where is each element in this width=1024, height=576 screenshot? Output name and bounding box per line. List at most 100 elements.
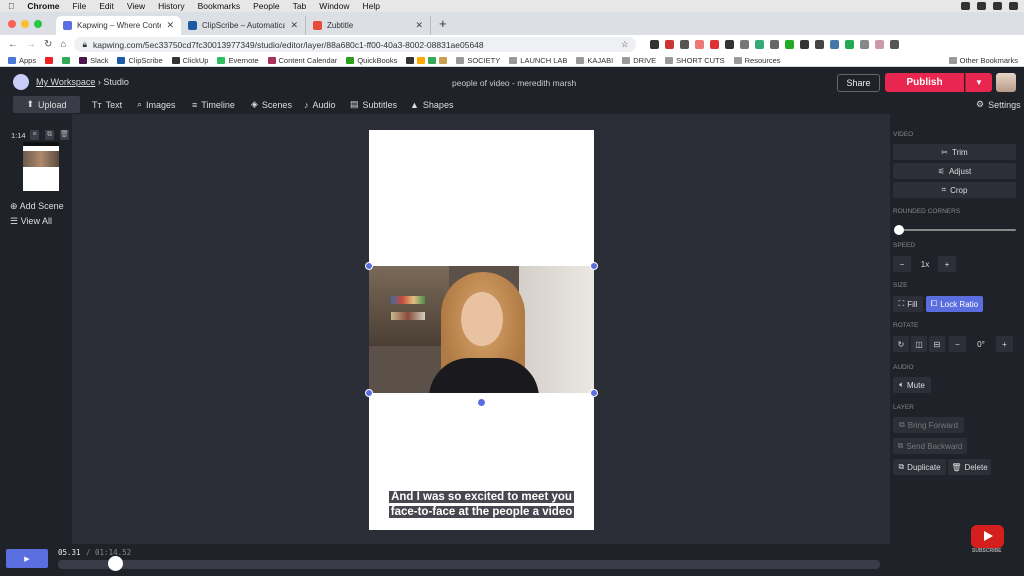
menu-window[interactable]: Window xyxy=(319,1,349,11)
share-button[interactable]: Share xyxy=(837,74,880,92)
extension-icon[interactable] xyxy=(650,40,660,49)
text-tool-button[interactable]: Tт Text xyxy=(84,96,130,113)
extension-icon[interactable] xyxy=(710,40,720,49)
tab-kapwing[interactable]: Kapwing – Where Content Crea ✕ xyxy=(56,16,181,35)
trim-button[interactable]: ✂ Trim xyxy=(893,144,1016,160)
extension-icon[interactable] xyxy=(740,40,750,49)
bookmark-drive[interactable]: DRIVE xyxy=(622,56,656,65)
play-button[interactable]: ▶ xyxy=(6,549,48,568)
extension-icon[interactable] xyxy=(695,40,705,49)
back-icon[interactable]: ← xyxy=(8,39,18,50)
subtitles-tool-button[interactable]: ▤ Subtitles xyxy=(342,96,405,113)
subtitle-text[interactable]: And I was so excited to meet you face-to… xyxy=(379,490,584,520)
avatar[interactable] xyxy=(996,73,1016,92)
flip-vertical-button[interactable]: ⊟ xyxy=(929,336,945,352)
extension-icon[interactable] xyxy=(725,40,735,49)
minimize-window-icon[interactable] xyxy=(21,19,29,28)
extension-icon[interactable] xyxy=(800,40,810,49)
bookmark-society[interactable]: SOCIETY xyxy=(456,56,500,65)
scrub-handle[interactable] xyxy=(108,556,124,571)
bookmark-clickup[interactable]: ClickUp xyxy=(171,56,208,65)
rounded-corners-slider[interactable] xyxy=(899,229,1016,231)
add-scene-button[interactable]: ⊕ Add Scene xyxy=(10,201,64,212)
close-tab-icon[interactable]: ✕ xyxy=(290,20,298,31)
forward-icon[interactable]: → xyxy=(26,39,36,50)
url-field[interactable]: 🔒︎ kapwing.com/5ec33750cd7fc30013977349/… xyxy=(74,37,637,52)
fill-button[interactable]: ⛶ Fill xyxy=(893,296,923,312)
menu-help[interactable]: Help xyxy=(363,1,380,11)
rounded-corners-slider-handle[interactable] xyxy=(894,225,904,235)
bookmark-evernote[interactable]: Evernote xyxy=(217,56,259,65)
audio-tool-button[interactable]: ♪ Audio xyxy=(296,96,344,113)
more-menu-icon[interactable] xyxy=(890,40,900,49)
rotate-button[interactable]: ↻ xyxy=(893,336,909,352)
reload-icon[interactable]: ↻ xyxy=(44,39,52,50)
scene-thumbnail[interactable] xyxy=(23,142,59,191)
bookmark-star-icon[interactable]: ☆ xyxy=(621,39,629,50)
bookmark-content-calendar[interactable]: Content Calendar xyxy=(267,56,337,65)
wifi-icon[interactable] xyxy=(993,2,1002,10)
send-backward-button[interactable]: ⧉ Send Backward xyxy=(893,438,967,454)
close-tab-icon[interactable]: ✕ xyxy=(166,20,174,31)
rotate-decrease-button[interactable]: − xyxy=(949,336,966,352)
bookmark-launch-lab[interactable]: LAUNCH LAB xyxy=(509,56,567,65)
extension-icon[interactable] xyxy=(830,40,840,49)
bookmark-kajabi[interactable]: KAJABI xyxy=(576,56,613,65)
images-tool-button[interactable]: ⌕ Images xyxy=(129,96,184,113)
menu-people[interactable]: People xyxy=(253,1,279,11)
extension-icon[interactable] xyxy=(815,40,825,49)
crop-button[interactable]: ⌗ Crop xyxy=(893,182,1016,198)
delete-button[interactable]: 🗑︎ Delete xyxy=(948,459,991,475)
menu-file[interactable]: File xyxy=(73,1,87,11)
trash-icon[interactable]: 🗑︎ xyxy=(60,130,69,140)
resize-handle-bottom-right[interactable] xyxy=(590,389,598,397)
flip-horizontal-button[interactable]: ◫ xyxy=(911,336,927,352)
speed-decrease-button[interactable]: − xyxy=(893,256,911,272)
extension-icon[interactable] xyxy=(860,40,870,49)
extension-icon[interactable] xyxy=(785,40,795,49)
video-layer[interactable] xyxy=(369,266,594,393)
video-title[interactable]: people of video - meredith marsh xyxy=(452,78,576,88)
resize-handle-bottom-left[interactable] xyxy=(365,389,373,397)
bookmark-green[interactable] xyxy=(62,56,71,64)
shapes-tool-button[interactable]: ▲ Shapes xyxy=(402,96,461,113)
duplicate-button[interactable]: ⧉ Duplicate xyxy=(893,459,946,475)
adjust-button[interactable]: ⚟ Adjust xyxy=(893,163,1016,179)
bookmark-clipscribe[interactable]: ClipScribe xyxy=(117,56,163,65)
close-window-icon[interactable] xyxy=(8,19,16,28)
resize-handle-top-left[interactable] xyxy=(365,262,373,270)
extension-icon[interactable] xyxy=(755,40,765,49)
breadcrumb-workspace[interactable]: My Workspace xyxy=(36,77,95,87)
kapwing-logo-icon[interactable] xyxy=(13,74,29,90)
menu-bookmarks[interactable]: Bookmarks xyxy=(198,1,241,11)
close-tab-icon[interactable]: ✕ xyxy=(415,20,423,31)
profile-avatar-icon[interactable] xyxy=(875,40,885,49)
bookmark-quickbooks[interactable]: QuickBooks xyxy=(346,56,397,65)
maximize-window-icon[interactable] xyxy=(34,19,42,28)
rotate-increase-button[interactable]: + xyxy=(996,336,1013,352)
bookmark-slack[interactable]: Slack xyxy=(79,56,108,65)
bookmark-icons[interactable] xyxy=(406,56,448,64)
video-canvas[interactable]: And I was so excited to meet you face-to… xyxy=(365,130,598,530)
menu-chrome[interactable]: Chrome xyxy=(27,1,59,11)
resize-handle-top-right[interactable] xyxy=(590,262,598,270)
bookmark-apps[interactable]: Apps xyxy=(8,56,36,65)
publish-button[interactable]: Publish xyxy=(885,73,964,92)
bookmark-resources[interactable]: Resources xyxy=(733,56,781,65)
scrub-track[interactable] xyxy=(58,560,880,569)
menu-edit[interactable]: Edit xyxy=(99,1,114,11)
status-icon[interactable] xyxy=(961,2,970,10)
bookmark-other[interactable]: Other Bookmarks xyxy=(948,56,1024,65)
status-icon[interactable] xyxy=(1009,2,1018,10)
home-icon[interactable]: ⌂ xyxy=(60,39,66,50)
upload-button[interactable]: ⬆ Upload xyxy=(13,96,80,113)
scene-menu-icon[interactable]: ≡ xyxy=(30,130,39,140)
tab-clipscribe[interactable]: ClipScribe – Automatically crea ✕ xyxy=(181,16,306,35)
bring-forward-button[interactable]: ⧉ Bring Forward xyxy=(893,417,964,433)
extension-icon[interactable] xyxy=(845,40,855,49)
lock-ratio-button[interactable]: ⧠ Lock Ratio xyxy=(926,296,983,312)
menu-tab[interactable]: Tab xyxy=(293,1,307,11)
tab-zubtitle[interactable]: Zubtitle ✕ xyxy=(306,16,431,35)
timeline-tool-button[interactable]: ≡ Timeline xyxy=(184,96,243,113)
scenes-tool-button[interactable]: ◈ Scenes xyxy=(243,96,300,113)
